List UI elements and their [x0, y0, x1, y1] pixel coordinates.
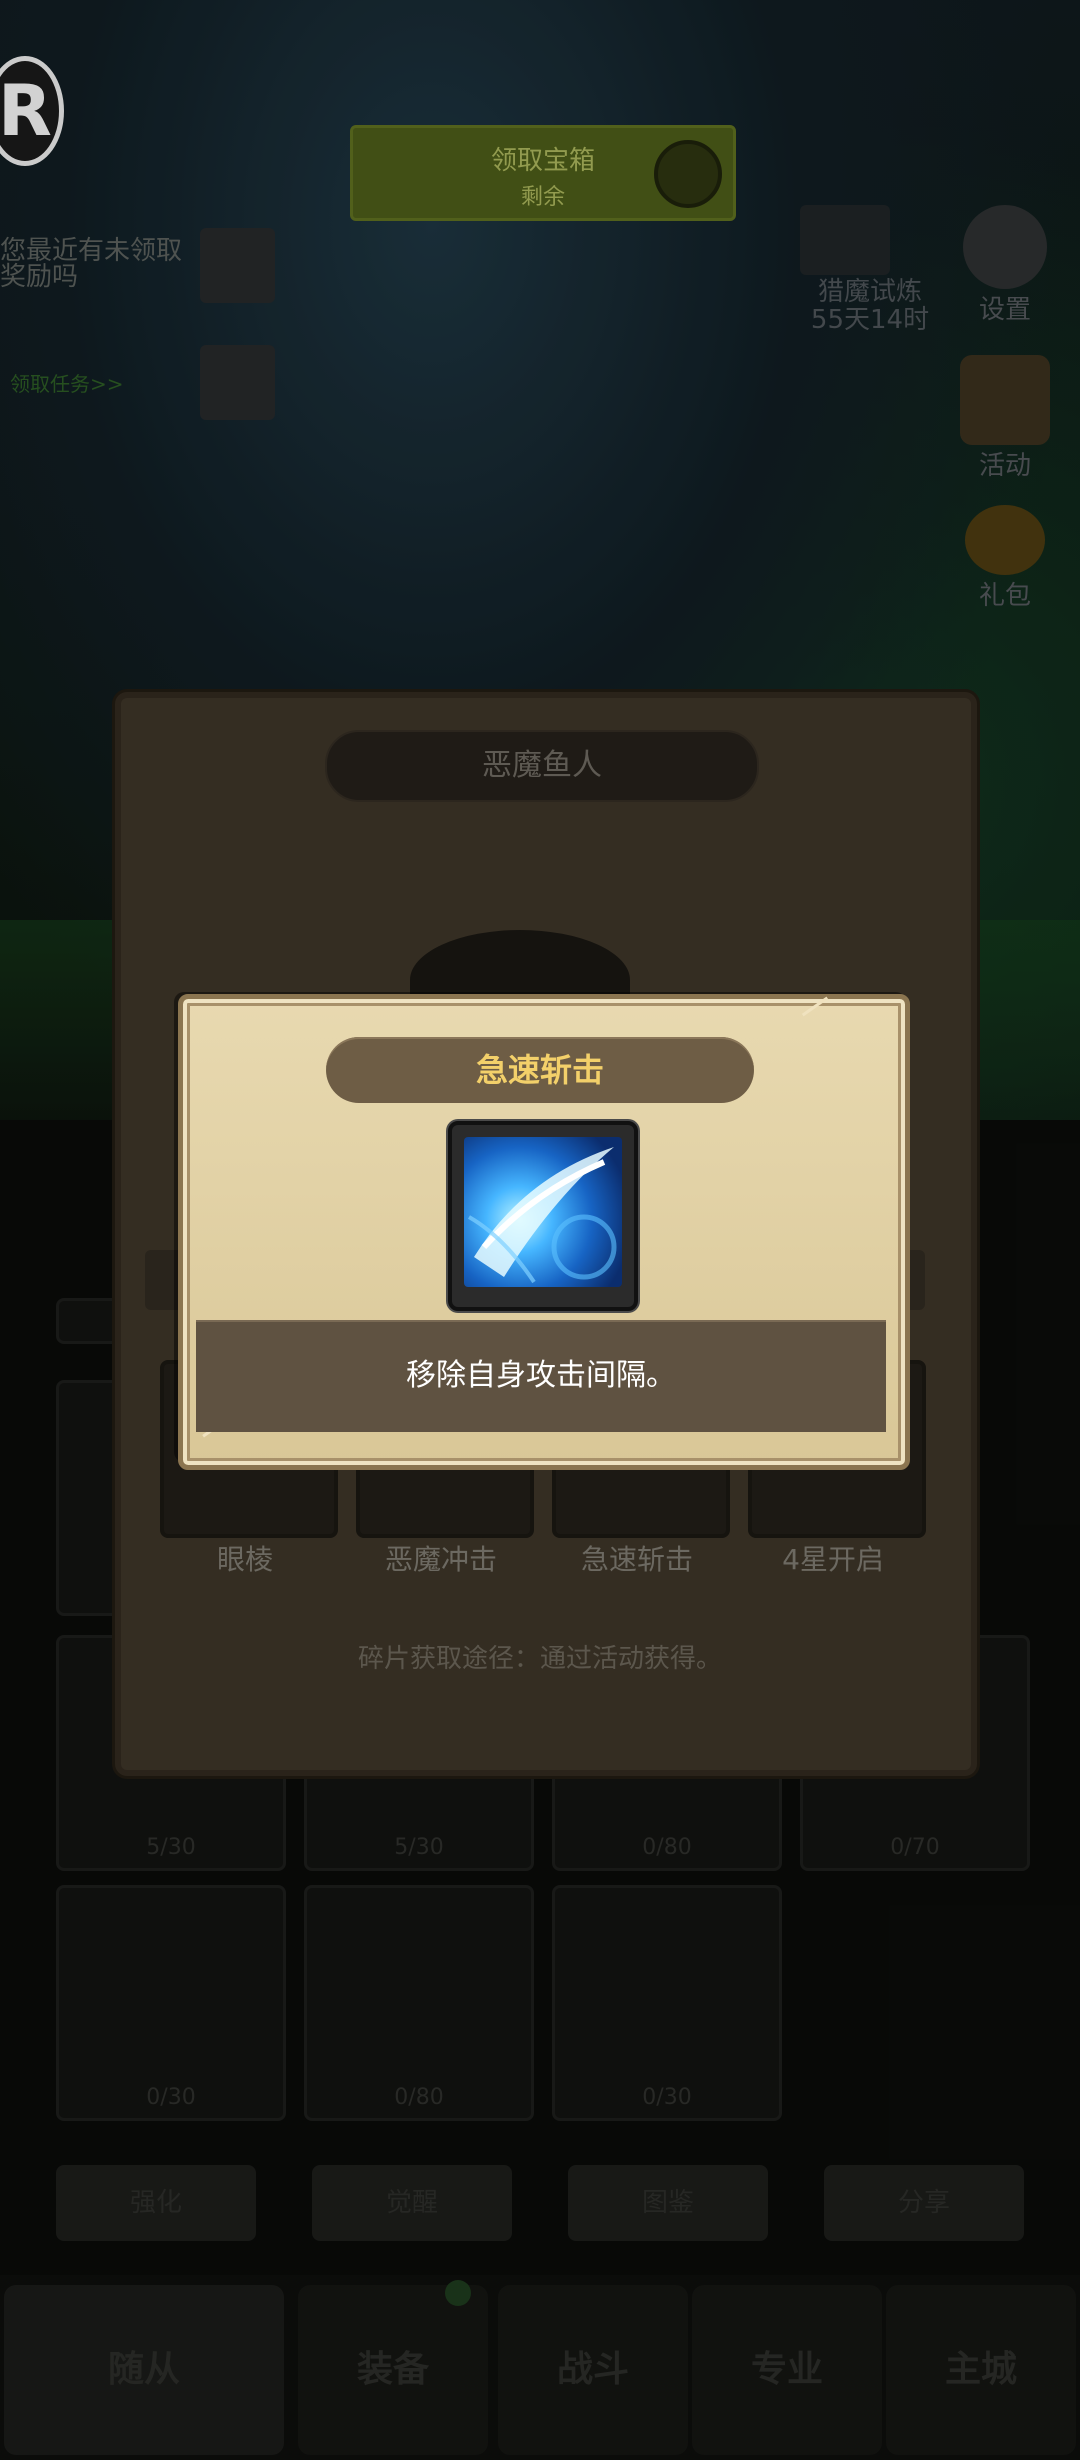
slash-icon	[468, 1147, 617, 1284]
slash-skill-icon	[464, 1137, 622, 1287]
skill-name: 眼棱	[216, 1543, 273, 1576]
skill-name: 急速斩击	[580, 1543, 693, 1576]
skill-name: 恶魔冲击	[384, 1543, 497, 1576]
skill-title: 急速斩击	[326, 1037, 754, 1103]
fragment-source-text: 碎片获取途径：通过活动获得。	[357, 1644, 722, 1674]
skill-name: 4星开启	[782, 1543, 884, 1576]
skill-description: 移除自身攻击间隔。	[406, 1358, 676, 1393]
hero-title: 恶魔鱼人	[325, 730, 759, 802]
